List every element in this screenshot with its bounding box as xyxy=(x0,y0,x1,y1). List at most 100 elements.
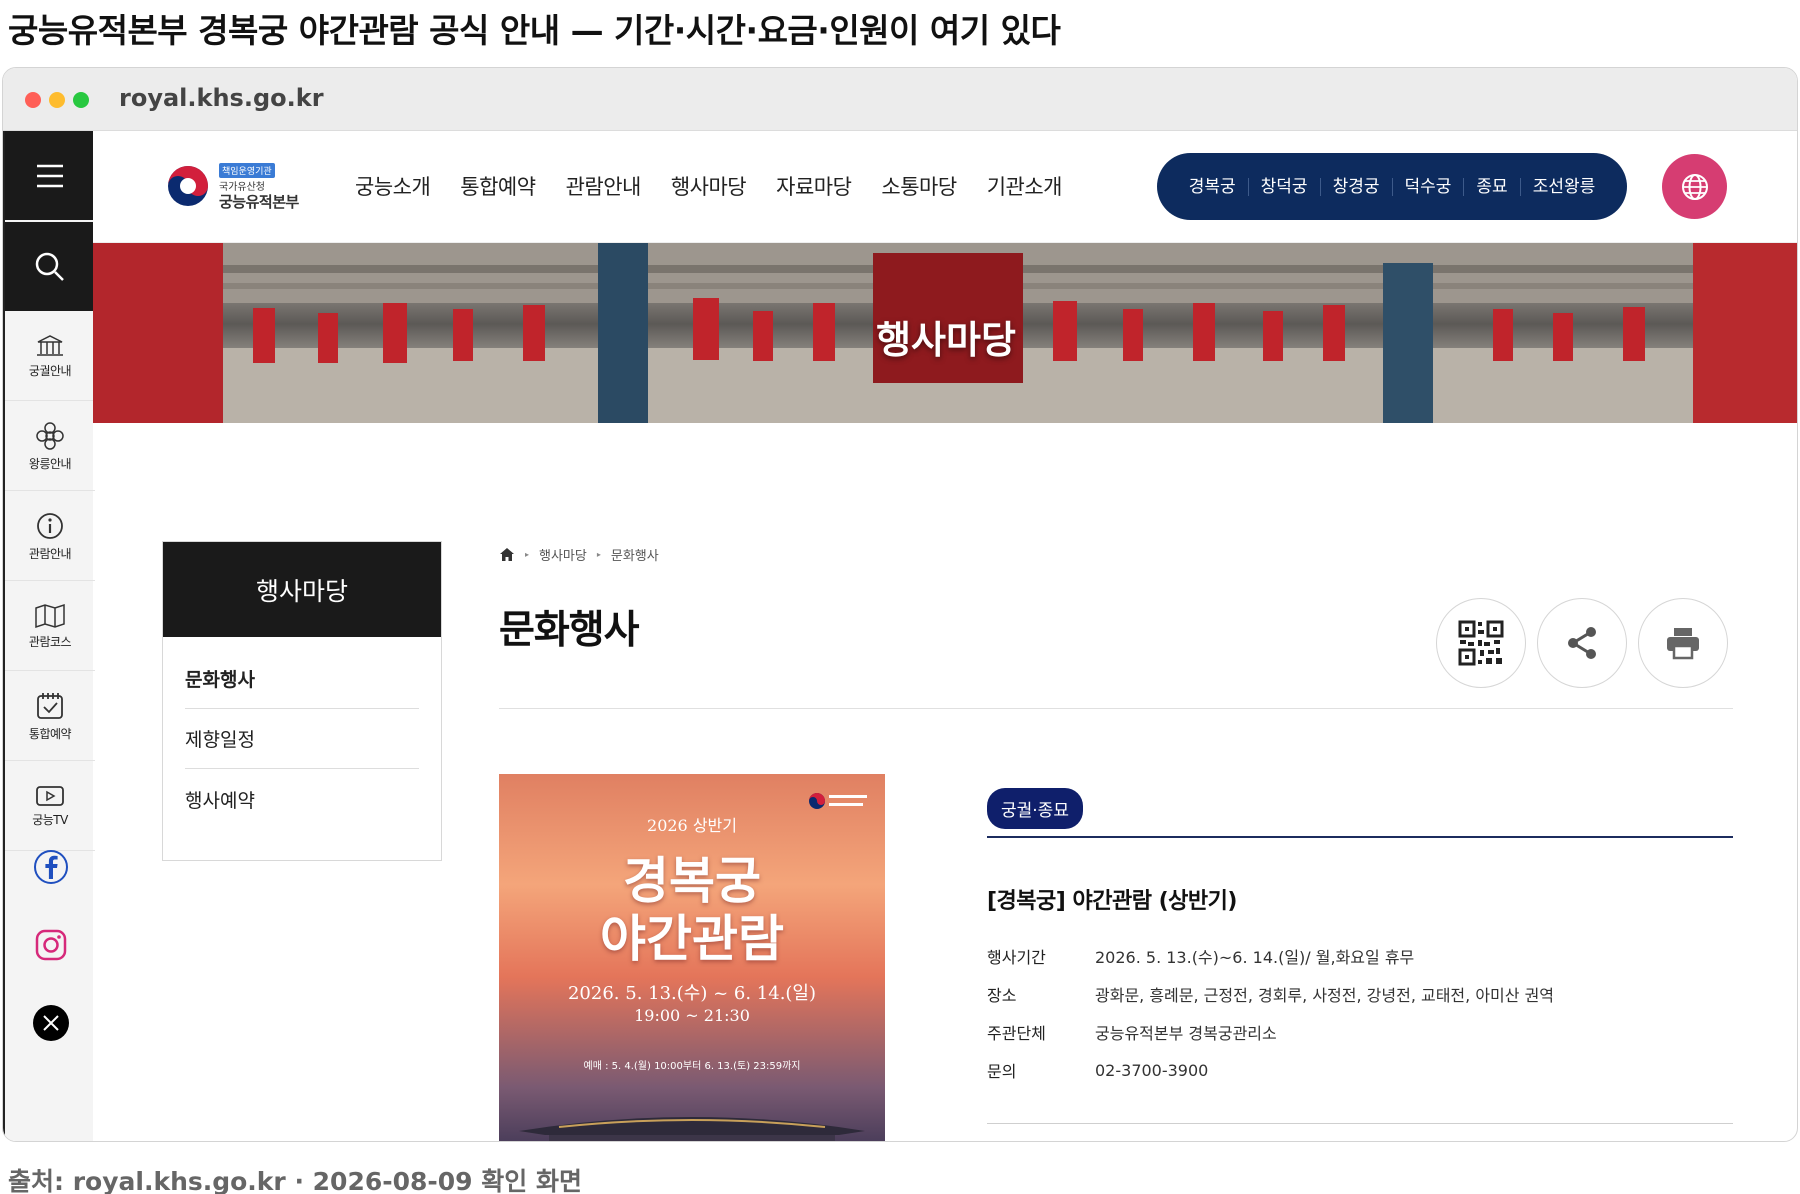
rail-label: 관람코스 xyxy=(28,635,72,649)
logo-tag: 책임운영기관 xyxy=(219,163,275,178)
instagram-link[interactable] xyxy=(33,927,69,963)
info-value: 02-3700-3900 xyxy=(1095,1060,1209,1080)
close-window-button[interactable] xyxy=(25,92,41,108)
share-button[interactable] xyxy=(1537,598,1627,688)
nav-item[interactable]: 자료마당 xyxy=(776,171,852,201)
side-nav-item-cultural-events[interactable]: 문화행사 xyxy=(185,649,419,709)
info-key: 장소 xyxy=(987,986,1017,1005)
palace-link[interactable]: 창경궁 xyxy=(1319,177,1392,196)
info-row-venue: 장소 광화문, 흥례문, 근정전, 경회루, 사정전, 강녕전, 교태전, 아미… xyxy=(987,975,1554,1013)
side-nav-item-event-booking[interactable]: 행사예약 xyxy=(185,769,419,829)
palace-link[interactable]: 경복궁 xyxy=(1177,178,1248,196)
agency-emblem-icon xyxy=(809,793,867,809)
print-icon xyxy=(1667,628,1699,660)
breadcrumb-item[interactable]: 행사마당 xyxy=(539,545,587,564)
palace-roof-illustration xyxy=(519,1117,865,1141)
print-button[interactable] xyxy=(1638,598,1728,688)
nav-item[interactable]: 기관소개 xyxy=(987,171,1063,201)
x-link[interactable] xyxy=(33,1005,69,1041)
facebook-icon xyxy=(34,850,68,884)
nav-item[interactable]: 통합예약 xyxy=(460,171,536,201)
x-icon xyxy=(43,1015,59,1031)
hero-banner: 행사마당 xyxy=(93,243,1797,423)
rail-item-visitor-info[interactable]: 관람안내 xyxy=(5,493,95,581)
calendar-check-icon xyxy=(37,693,63,719)
minimize-window-button[interactable] xyxy=(49,92,65,108)
breadcrumb: ▸ 행사마당 ▸ 문화행사 xyxy=(499,545,659,564)
globe-icon xyxy=(1681,173,1708,200)
info-value: 광화문, 흥례문, 근정전, 경회루, 사정전, 강녕전, 교태전, 아미산 권… xyxy=(1095,986,1555,1005)
palace-link[interactable]: 덕수궁 xyxy=(1391,177,1464,196)
site-logo[interactable]: 책임운영기관 국가유산청 궁능유적본부 xyxy=(165,161,315,213)
language-button[interactable] xyxy=(1662,154,1727,219)
rail-label: 왕릉안내 xyxy=(28,457,72,471)
maximize-window-button[interactable] xyxy=(73,92,89,108)
palace-link[interactable]: 조선왕릉 xyxy=(1519,177,1608,196)
home-icon[interactable] xyxy=(499,547,515,562)
rail-label: 통합예약 xyxy=(28,727,72,741)
poster-dates: 2026. 5. 13.(수) ~ 6. 14.(일) xyxy=(567,983,817,1004)
flower-icon xyxy=(36,422,64,450)
section-side-nav: 행사마당 문화행사 제향일정 행사예약 xyxy=(162,541,442,861)
info-row-period: 행사기간 2026. 5. 13.(수)~6. 14.(일)/ 월,화요일 휴무 xyxy=(987,937,1554,975)
qr-code-button[interactable] xyxy=(1436,598,1526,688)
nav-item[interactable]: 소통마당 xyxy=(881,171,957,201)
poster-title-line: 야간관람 xyxy=(600,909,784,968)
nav-item[interactable]: 행사마당 xyxy=(671,171,747,201)
share-icon xyxy=(1568,627,1596,659)
poster-season: 2026 상반기 xyxy=(647,816,737,835)
info-value: 궁능유적본부 경복궁관리소 xyxy=(1095,1024,1277,1043)
qr-code-icon xyxy=(1458,620,1504,666)
info-row-organizer: 주관단체 궁능유적본부 경복궁관리소 xyxy=(987,1013,1554,1051)
palace-quick-links: 경복궁 창덕궁 창경궁 덕수궁 종묘 조선왕릉 xyxy=(1157,153,1627,220)
breadcrumb-item[interactable]: 문화행사 xyxy=(611,545,659,564)
poster-time: 19:00 ~ 21:30 xyxy=(634,1006,750,1025)
side-nav-title: 행사마당 xyxy=(163,542,441,637)
address-bar[interactable]: royal.khs.go.kr xyxy=(119,84,324,112)
rail-item-royal-tombs[interactable]: 왕릉안내 xyxy=(5,403,95,491)
map-icon xyxy=(35,603,65,629)
info-value: 2026. 5. 13.(수)~6. 14.(일)/ 월,화요일 휴무 xyxy=(1095,948,1415,967)
rail-label: 관람안내 xyxy=(28,547,72,561)
rail-item-palace[interactable]: 궁궐안내 xyxy=(5,313,95,401)
instagram-icon xyxy=(35,929,67,961)
rail-item-course[interactable]: 관람코스 xyxy=(5,583,95,671)
nav-item[interactable]: 궁능소개 xyxy=(355,171,431,201)
palace-link[interactable]: 창덕궁 xyxy=(1247,177,1320,196)
article-headline: 궁능유적본부 경복궁 야간관람 공식 안내 — 기간·시간·요금·인원이 여기 … xyxy=(8,11,1061,50)
palace-link[interactable]: 종묘 xyxy=(1463,177,1519,196)
poster-booking-note: 예매 : 5. 4.(월) 10:00부터 6. 13.(토) 23:59까지 xyxy=(583,1061,801,1072)
left-quick-rail: 궁궐안내 왕릉안내 관람안내 관람코스 통합예약 궁능TV xyxy=(3,131,95,1141)
menu-button[interactable] xyxy=(5,131,95,220)
info-key: 문의 xyxy=(987,1062,1017,1081)
detail-divider xyxy=(987,836,1733,838)
palace-icon xyxy=(37,335,63,356)
source-caption: 출처: royal.khs.go.kr · 2026-08-09 확인 화면 xyxy=(8,1167,582,1194)
browser-window: royal.khs.go.kr 궁궐안내 왕릉안내 관람안내 관람코스 통합예약… xyxy=(2,67,1798,1142)
breadcrumb-separator-icon: ▸ xyxy=(525,550,530,559)
poster-title: 경복궁 야간관람 xyxy=(499,852,885,968)
search-button[interactable] xyxy=(5,222,95,311)
site-header: 책임운영기관 국가유산청 궁능유적본부 궁능소개 통합예약 관람안내 행사마당 … xyxy=(93,131,1797,243)
search-icon xyxy=(35,252,64,281)
side-nav-item-rites-schedule[interactable]: 제향일정 xyxy=(185,709,419,769)
taegeuk-emblem-icon xyxy=(168,166,208,206)
rail-label: 궁궐안내 xyxy=(28,364,72,378)
page-title: 문화행사 xyxy=(499,608,640,653)
logo-title: 궁능유적본부 xyxy=(219,193,299,211)
info-key: 주관단체 xyxy=(987,1024,1046,1043)
banner-title: 행사마당 xyxy=(876,318,1016,362)
rail-item-reservation[interactable]: 통합예약 xyxy=(5,673,95,761)
rail-item-tv[interactable]: 궁능TV xyxy=(5,763,95,851)
rail-label: 궁능TV xyxy=(32,813,68,827)
info-row-contact: 문의 02-3700-3900 xyxy=(987,1051,1554,1089)
hamburger-icon xyxy=(37,164,63,187)
info-icon xyxy=(37,513,63,539)
info-key: 행사기간 xyxy=(987,948,1046,967)
event-title: [경복궁] 야간관람 (상반기) xyxy=(987,889,1237,914)
nav-item[interactable]: 관람안내 xyxy=(566,171,642,201)
browser-toolbar: royal.khs.go.kr xyxy=(3,68,1797,131)
event-poster[interactable]: 2026 상반기 경복궁 야간관람 2026. 5. 13.(수) ~ 6. 1… xyxy=(499,774,885,1141)
facebook-link[interactable] xyxy=(33,849,69,885)
detail-bottom-divider xyxy=(987,1123,1733,1124)
